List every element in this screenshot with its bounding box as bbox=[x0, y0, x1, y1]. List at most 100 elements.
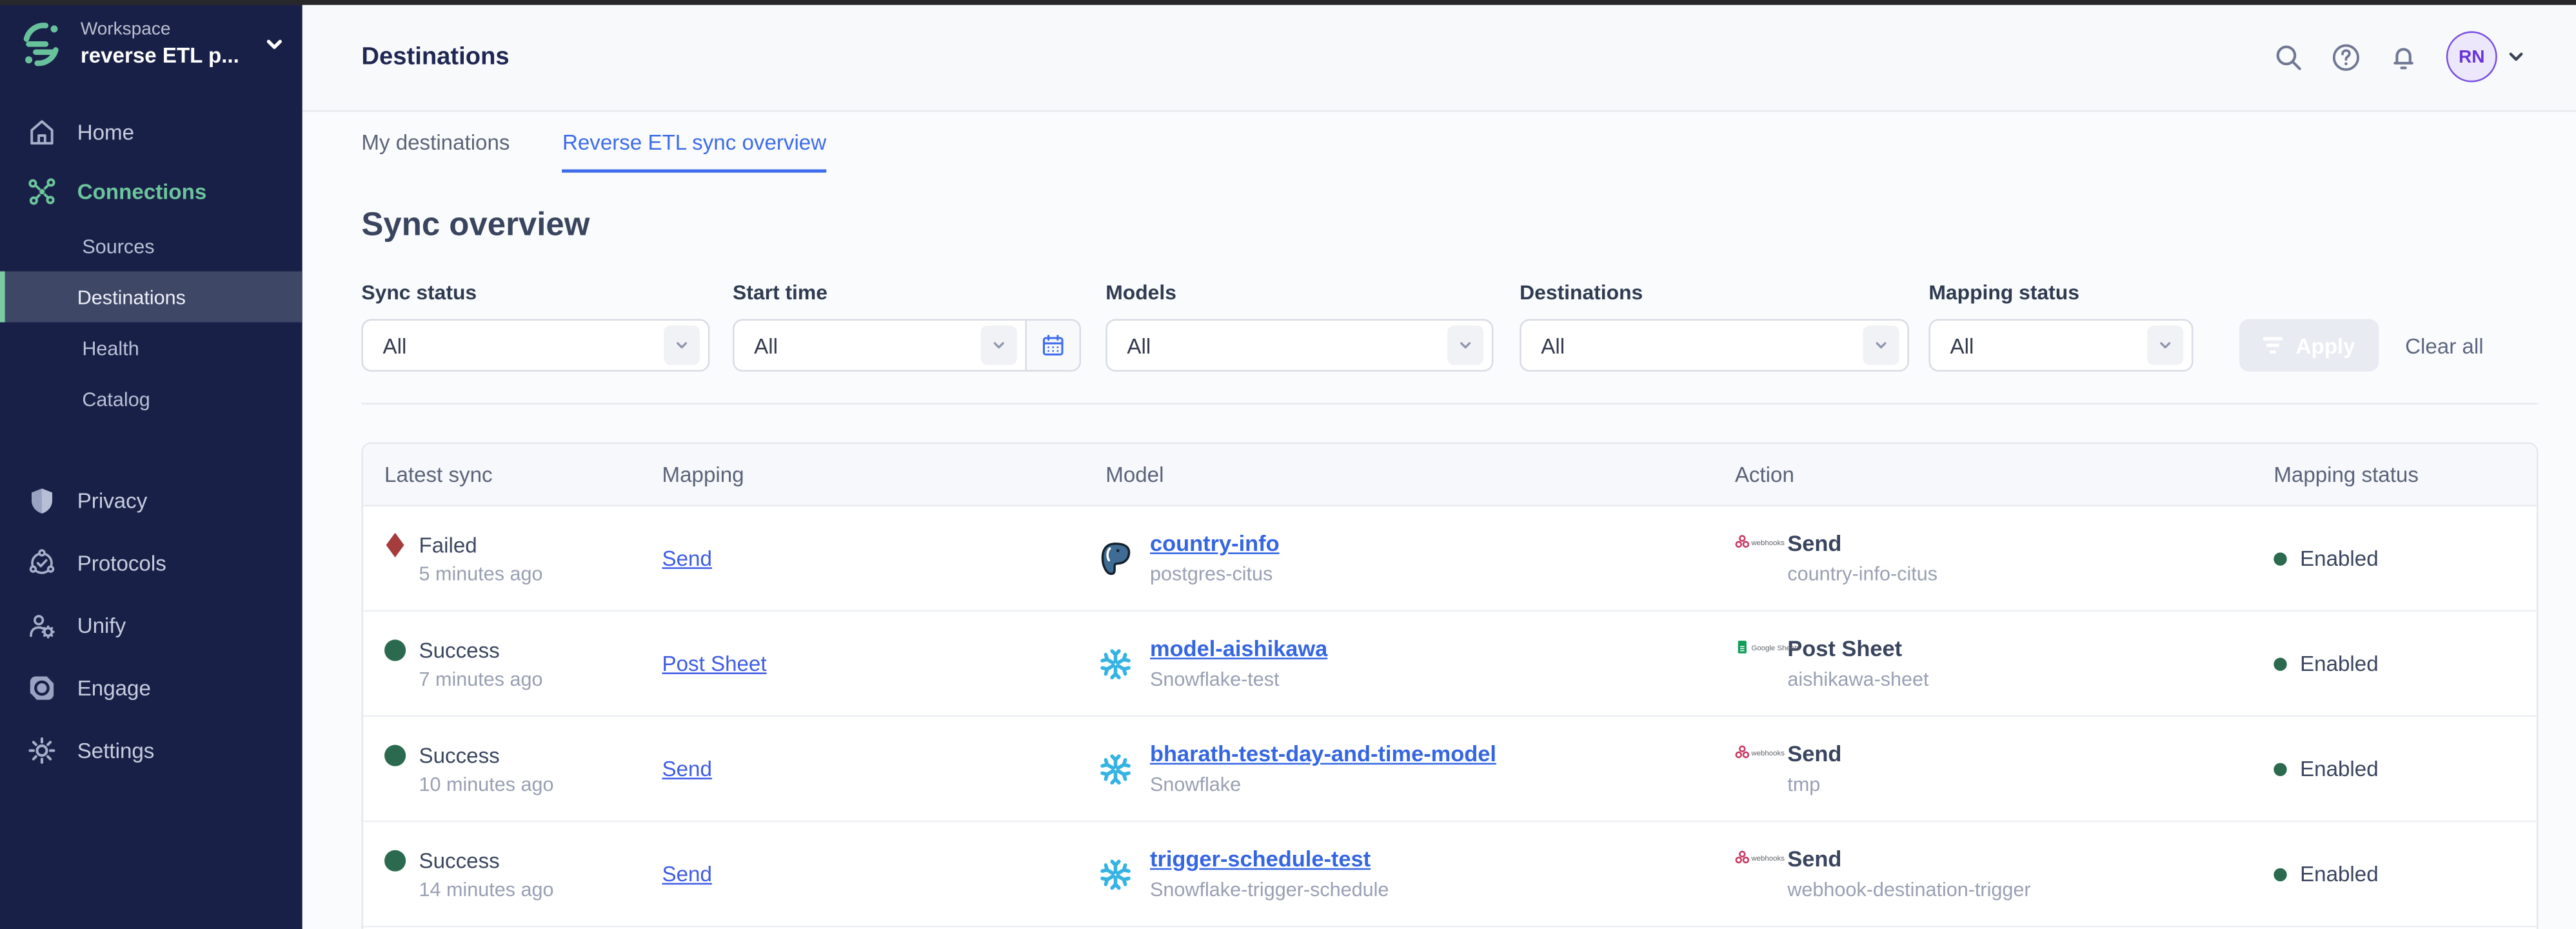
page-title: Destinations bbox=[361, 39, 509, 70]
webhooks-icon bbox=[1735, 534, 1750, 549]
sync-status-text: Success bbox=[419, 743, 500, 767]
search-icon[interactable] bbox=[2272, 40, 2305, 73]
mapping-status-select[interactable]: All bbox=[1928, 319, 2193, 372]
filter-label-models: Models bbox=[1105, 281, 1493, 305]
column-header-latest-sync: Latest sync bbox=[363, 462, 662, 486]
success-status-icon bbox=[384, 848, 406, 872]
mapping-link[interactable]: Send bbox=[662, 546, 712, 570]
sidebar-item-connections[interactable]: Connections bbox=[0, 161, 302, 221]
sync-status-text: Failed bbox=[419, 532, 477, 557]
sidebar-item-unify[interactable]: Unify bbox=[0, 594, 302, 656]
chevron-down-icon bbox=[2147, 326, 2183, 365]
postgresql-icon bbox=[1098, 540, 1134, 576]
main-content: My destinations Reverse ETL sync overvie… bbox=[302, 110, 2576, 929]
chevron-down-icon bbox=[1447, 326, 1483, 365]
mapping-status-text: Enabled bbox=[2300, 651, 2379, 675]
sidebar-item-label: Unify bbox=[77, 612, 126, 637]
action-destination: aishikawa-sheet bbox=[1787, 668, 1928, 691]
chevron-down-icon bbox=[664, 326, 700, 365]
sidebar-item-label: Engage bbox=[77, 675, 151, 699]
mapping-link[interactable]: Send bbox=[662, 862, 712, 886]
mapping-link[interactable]: Send bbox=[662, 756, 712, 781]
window-top-strip bbox=[0, 0, 2576, 5]
sync-status-text: Success bbox=[419, 637, 500, 662]
model-name-link[interactable]: model-aishikawa bbox=[1150, 636, 1327, 661]
action-title: Send bbox=[1787, 847, 2030, 872]
connections-icon bbox=[26, 175, 57, 206]
chevron-down-icon bbox=[1863, 326, 1899, 365]
protocols-icon bbox=[26, 546, 57, 577]
gear-icon bbox=[26, 734, 57, 765]
workspace-switcher[interactable]: Workspace reverse ETL p... bbox=[0, 0, 302, 82]
start-time-select[interactable]: All bbox=[733, 319, 1081, 372]
tab-my-destinations[interactable]: My destinations bbox=[361, 110, 510, 173]
google-sheets-icon bbox=[1735, 639, 1750, 654]
sidebar-item-destinations[interactable]: Destinations bbox=[0, 272, 302, 323]
sidebar-item-protocols[interactable]: Protocols bbox=[0, 531, 302, 594]
sync-time: 5 minutes ago bbox=[419, 561, 662, 584]
sidebar-item-label: Home bbox=[77, 119, 134, 144]
success-status-icon bbox=[384, 637, 406, 662]
column-header-mapping: Mapping bbox=[662, 462, 1073, 486]
apply-button[interactable]: Apply bbox=[2239, 319, 2379, 372]
home-icon bbox=[26, 116, 57, 147]
clear-all-button[interactable]: Clear all bbox=[2405, 319, 2483, 372]
table-row: Success 10 minutes ago Send bbox=[363, 717, 2537, 822]
tab-bar: My destinations Reverse ETL sync overvie… bbox=[361, 110, 2538, 173]
sidebar-item-privacy[interactable]: Privacy bbox=[0, 468, 302, 531]
snowflake-icon bbox=[1098, 645, 1134, 681]
action-title: Send bbox=[1787, 531, 1937, 555]
engage-icon bbox=[26, 672, 57, 703]
webhooks-icon bbox=[1735, 850, 1750, 865]
enabled-dot-icon bbox=[2274, 657, 2286, 670]
account-chevron-down-icon[interactable] bbox=[2505, 46, 2526, 67]
model-name-link[interactable]: trigger-schedule-test bbox=[1150, 847, 1389, 872]
workspace-label: Workspace bbox=[81, 20, 239, 43]
tab-reverse-etl-sync-overview[interactable]: Reverse ETL sync overview bbox=[562, 110, 826, 173]
help-icon[interactable] bbox=[2330, 40, 2363, 73]
sync-status-text: Success bbox=[419, 848, 500, 872]
chevron-down-icon bbox=[263, 33, 286, 56]
mapping-link[interactable]: Post Sheet bbox=[662, 651, 767, 675]
column-header-mapping-status: Mapping status bbox=[2274, 462, 2537, 486]
section-heading: Sync overview bbox=[361, 207, 2538, 245]
mapping-status-text: Enabled bbox=[2300, 756, 2379, 781]
filter-label-mapping-status: Mapping status bbox=[1928, 281, 2193, 305]
sidebar-item-home[interactable]: Home bbox=[0, 102, 302, 161]
column-header-action: Action bbox=[1735, 462, 2274, 486]
sidebar-item-health[interactable]: Health bbox=[0, 323, 302, 374]
avatar[interactable]: RN bbox=[2446, 31, 2497, 82]
sidebar-item-catalog[interactable]: Catalog bbox=[0, 374, 302, 425]
action-destination: country-info-citus bbox=[1787, 563, 1937, 586]
action-title: Send bbox=[1787, 741, 1841, 766]
chevron-down-icon bbox=[981, 326, 1017, 365]
enabled-dot-icon bbox=[2274, 552, 2286, 564]
sidebar-item-engage[interactable]: Engage bbox=[0, 656, 302, 719]
sync-status-select[interactable]: All bbox=[361, 319, 709, 372]
sync-time: 7 minutes ago bbox=[419, 666, 662, 690]
rudderstack-logo-icon bbox=[16, 20, 65, 69]
model-name-link[interactable]: country-info bbox=[1150, 531, 1280, 555]
mapping-status-text: Enabled bbox=[2300, 862, 2379, 886]
sidebar-item-label: Settings bbox=[77, 737, 155, 762]
workspace-name: reverse ETL p... bbox=[81, 43, 239, 69]
models-select[interactable]: All bbox=[1105, 319, 1493, 372]
webhooks-icon bbox=[1735, 745, 1750, 760]
sidebar: Workspace reverse ETL p... Home Connecti… bbox=[0, 0, 302, 929]
notifications-icon[interactable] bbox=[2387, 40, 2420, 73]
filter-label-sync-status: Sync status bbox=[361, 281, 709, 305]
sidebar-item-sources[interactable]: Sources bbox=[0, 221, 302, 272]
connections-subnav: Sources Destinations Health Catalog bbox=[0, 221, 302, 425]
action-destination: tmp bbox=[1787, 773, 1841, 796]
sync-time: 10 minutes ago bbox=[419, 772, 662, 795]
model-source: Snowflake-trigger-schedule bbox=[1150, 878, 1389, 901]
snowflake-icon bbox=[1098, 856, 1134, 892]
calendar-icon[interactable] bbox=[1025, 321, 1079, 370]
sync-overview-table: Latest sync Mapping Model Action Mapping… bbox=[361, 443, 2538, 929]
unify-icon bbox=[26, 609, 57, 640]
model-source: Snowflake bbox=[1150, 773, 1496, 796]
sidebar-item-settings[interactable]: Settings bbox=[0, 719, 302, 781]
model-name-link[interactable]: bharath-test-day-and-time-model bbox=[1150, 741, 1496, 766]
action-brand-label: Google Sheets bbox=[1751, 643, 1800, 652]
destinations-select[interactable]: All bbox=[1520, 319, 1909, 372]
